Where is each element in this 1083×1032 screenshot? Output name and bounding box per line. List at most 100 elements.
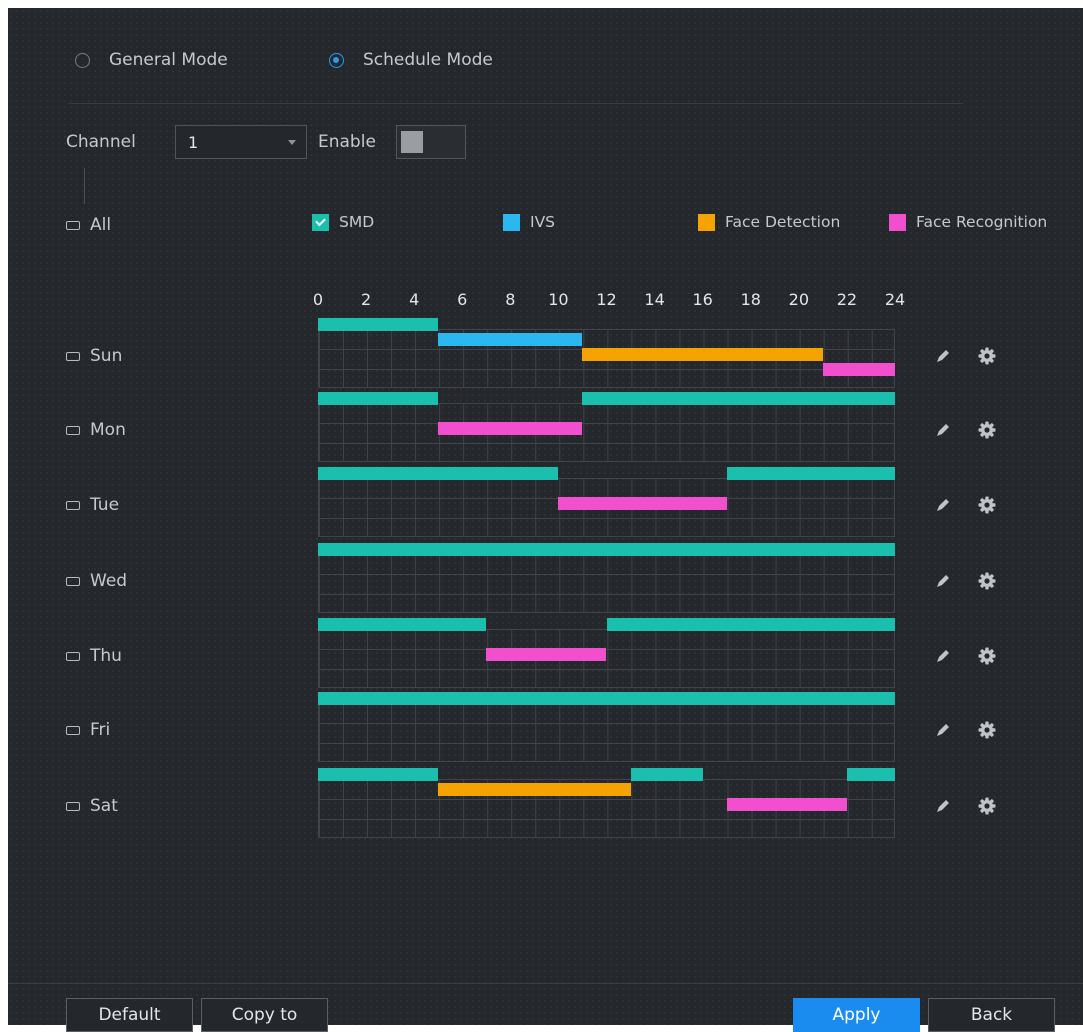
day-checkbox-sat[interactable]: Sat (66, 796, 118, 816)
legend-face-recognition-label: Face Recognition (916, 213, 1048, 231)
all-label: All (90, 215, 112, 235)
schedule-segment-face[interactable] (582, 348, 823, 361)
day-checkbox-sun[interactable]: Sun (66, 346, 122, 366)
divider (84, 168, 85, 204)
day-label: Wed (90, 571, 128, 591)
day-checkbox-thu[interactable]: Thu (66, 646, 122, 666)
schedule-segment-smd[interactable] (318, 467, 559, 480)
hour-tick-label: 18 (740, 290, 761, 309)
day-label: Sat (90, 796, 118, 816)
copy-to-button[interactable]: Copy to (201, 998, 328, 1032)
face-detection-color-swatch (698, 213, 715, 231)
schedule-segment-facerec[interactable] (438, 422, 583, 435)
schedule-segment-smd[interactable] (846, 768, 895, 781)
hour-tick-label: 12 (596, 290, 617, 309)
apply-button[interactable]: Apply (793, 998, 920, 1032)
hour-tick-label: 20 (788, 290, 810, 309)
radio-checked-icon (329, 52, 344, 68)
general-mode-radio[interactable]: General Mode (75, 50, 228, 70)
channel-select[interactable]: 1 (175, 125, 307, 159)
schedule-segment-facerec[interactable] (558, 497, 727, 510)
pencil-icon[interactable] (935, 573, 951, 593)
face-recognition-color-swatch (889, 213, 906, 231)
legend-smd[interactable]: SMD (312, 213, 374, 231)
schedule-panel: General Mode Schedule Mode Channel 1 Ena… (8, 8, 1083, 1032)
schedule-segment-ivs[interactable] (438, 333, 583, 346)
schedule-segment-smd[interactable] (318, 692, 895, 705)
checkbox-icon (66, 425, 80, 435)
schedule-segment-facerec[interactable] (486, 648, 607, 661)
pencil-icon[interactable] (935, 348, 951, 368)
hour-tick-label: 8 (505, 290, 516, 309)
enable-toggle[interactable] (396, 125, 466, 159)
checkbox-icon (66, 651, 80, 661)
legend-face-detection[interactable]: Face Detection (698, 213, 840, 231)
all-checkbox[interactable]: All (66, 215, 111, 235)
pencil-icon[interactable] (935, 497, 951, 517)
schedule-segment-smd[interactable] (606, 618, 895, 631)
check-icon (315, 215, 326, 226)
schedule-segment-smd[interactable] (318, 618, 487, 631)
channel-label: Channel (66, 132, 136, 152)
divider (8, 983, 1083, 984)
gear-icon[interactable] (977, 646, 997, 670)
day-checkbox-wed[interactable]: Wed (66, 571, 127, 591)
checkbox-icon (66, 220, 80, 230)
gear-icon[interactable] (977, 495, 997, 519)
schedule-mode-label: Schedule Mode (363, 50, 493, 70)
schedule-segment-smd[interactable] (318, 318, 439, 331)
hour-tick-label: 14 (644, 290, 665, 309)
hour-tick-label: 0 (312, 290, 324, 309)
pencil-icon[interactable] (935, 422, 951, 442)
checkbox-icon (66, 725, 80, 735)
gear-icon[interactable] (977, 346, 997, 370)
schedule-segment-smd[interactable] (630, 768, 703, 781)
checkbox-icon (66, 801, 80, 811)
hour-tick-label: 2 (360, 290, 372, 309)
back-button[interactable]: Back (928, 998, 1055, 1032)
schedule-timeline-wed[interactable] (318, 554, 895, 613)
divider (68, 103, 963, 104)
legend-ivs-label: IVS (530, 213, 556, 231)
pencil-icon[interactable] (935, 722, 951, 742)
checkbox-icon (66, 351, 80, 361)
schedule-segment-facerec[interactable] (726, 798, 847, 811)
hour-tick-label: 16 (692, 290, 713, 309)
gear-icon[interactable] (977, 571, 997, 595)
ivs-color-swatch (503, 213, 520, 231)
pencil-icon[interactable] (935, 798, 951, 818)
schedule-segment-smd[interactable] (318, 768, 439, 781)
general-mode-label: General Mode (109, 50, 228, 70)
legend-smd-label: SMD (339, 213, 375, 231)
legend-ivs[interactable]: IVS (503, 213, 555, 231)
day-checkbox-mon[interactable]: Mon (66, 420, 126, 440)
legend-face-recognition[interactable]: Face Recognition (889, 213, 1047, 231)
schedule-segment-smd[interactable] (726, 467, 895, 480)
toggle-knob (401, 131, 423, 153)
schedule-segment-facerec[interactable] (822, 363, 895, 376)
gear-icon[interactable] (977, 796, 997, 820)
day-label: Tue (90, 495, 120, 515)
day-checkbox-tue[interactable]: Tue (66, 495, 119, 515)
legend-face-detection-label: Face Detection (725, 213, 841, 231)
schedule-timeline-fri[interactable] (318, 703, 895, 762)
gear-icon[interactable] (977, 420, 997, 444)
chevron-down-icon (288, 139, 296, 145)
schedule-segment-smd[interactable] (318, 392, 439, 405)
gear-icon[interactable] (977, 720, 997, 744)
day-checkbox-fri[interactable]: Fri (66, 720, 110, 740)
schedule-timeline-mon[interactable] (318, 403, 895, 462)
pencil-icon[interactable] (935, 648, 951, 668)
day-label: Sun (90, 346, 123, 366)
schedule-mode-radio[interactable]: Schedule Mode (329, 50, 493, 70)
hour-tick-label: 4 (409, 290, 420, 309)
day-label: Mon (90, 420, 126, 440)
schedule-segment-smd[interactable] (582, 392, 895, 405)
schedule-segment-smd[interactable] (318, 543, 895, 556)
channel-value: 1 (188, 132, 199, 152)
default-button[interactable]: Default (66, 998, 193, 1032)
smd-checkbox-icon (312, 213, 329, 231)
checkbox-icon (66, 576, 80, 586)
schedule-segment-face[interactable] (438, 783, 631, 796)
schedule-timeline-thu[interactable] (318, 629, 895, 688)
